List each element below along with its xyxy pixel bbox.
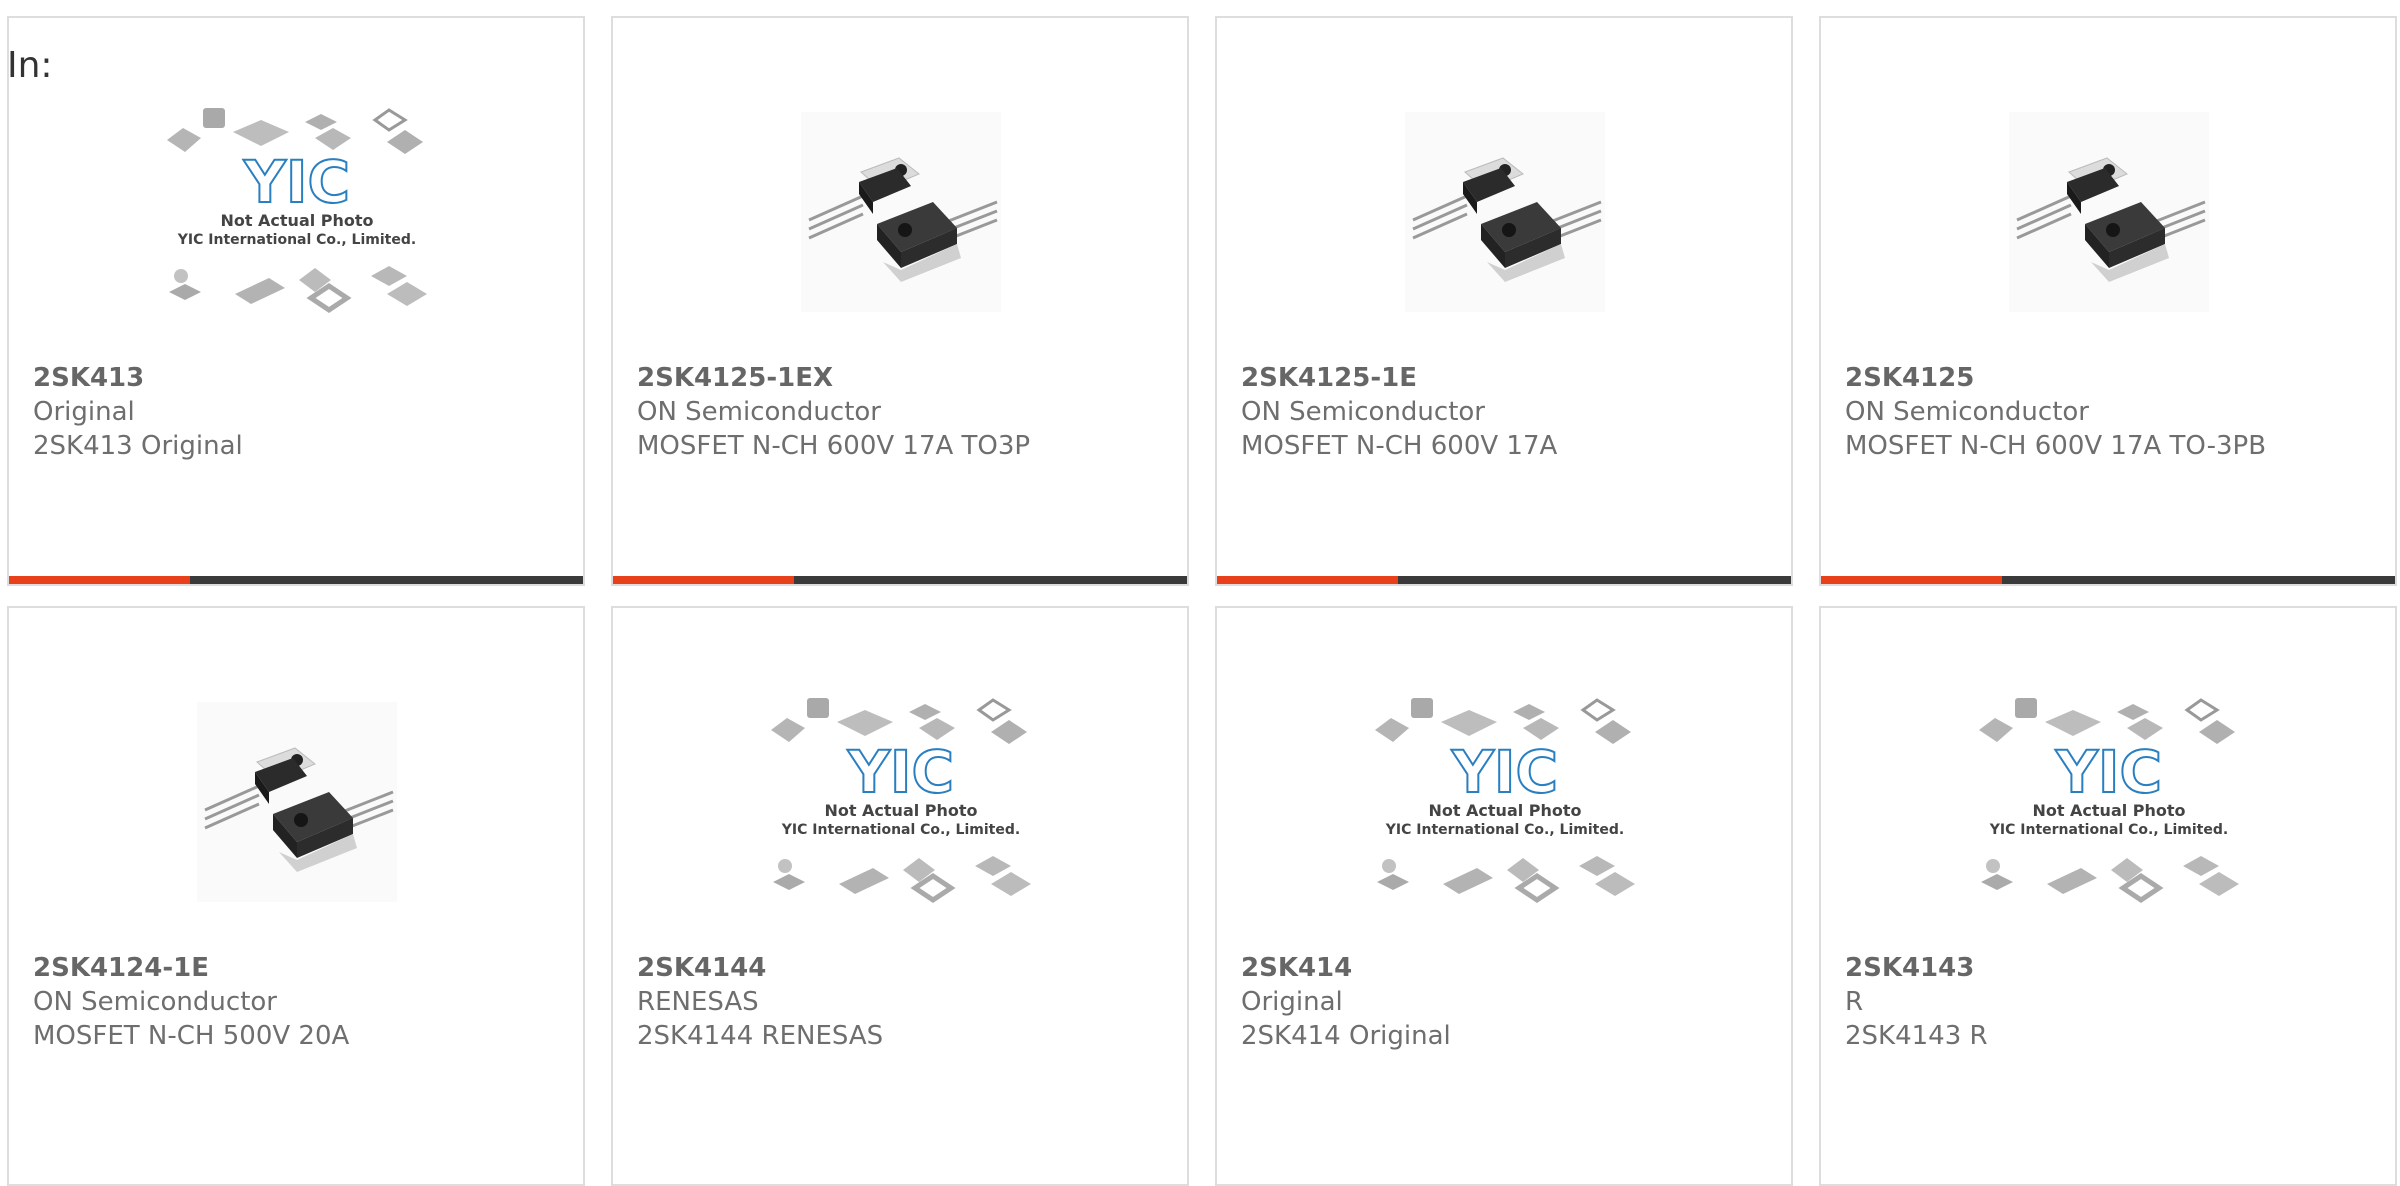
manufacturer: ON Semiconductor — [1845, 397, 2089, 427]
product-card[interactable]: YIC Not Actual Photo YIC International Co.… — [611, 606, 1189, 1186]
description: 2SK4143 R — [1845, 1021, 1988, 1051]
description: MOSFET N-CH 600V 17A TO-3PB — [1845, 431, 2267, 461]
placeholder-chips-icon: YICNot Actual Photo YIC International Co.… — [1979, 698, 2239, 904]
part-number-link[interactable]: 2SK4143 — [1845, 951, 2375, 985]
description: MOSFET N-CH 600V 17A — [1241, 431, 1558, 461]
to3p-package-icon — [1405, 112, 1605, 312]
part-number-link[interactable]: 2SK4144 — [637, 951, 1167, 985]
card-accent-bar — [1821, 576, 2002, 584]
part-number-link[interactable]: 2SK414 — [1241, 951, 1771, 985]
description: 2SK4144 RENESAS — [637, 1021, 884, 1051]
description: 2SK413 Original — [33, 431, 243, 461]
placeholder-caption: YIC International Co., Limited. — [781, 822, 1020, 838]
placeholder-caption: Not Actual Photo — [2032, 801, 2185, 820]
svg-text:YIC: YIC — [2055, 738, 2162, 806]
part-number-link[interactable]: 2SK413 — [33, 361, 563, 395]
product-thumbnail[interactable] — [1977, 80, 2241, 344]
product-card[interactable]: 2SK4125-1E ON Semiconductor MOSFET N-CH … — [1215, 16, 1793, 586]
to3p-package-icon — [197, 702, 397, 902]
card-accent-bar — [9, 576, 190, 584]
product-thumbnail[interactable]: YIC Not Actual Photo YIC International Co.… — [1977, 670, 2241, 934]
card-accent-bar — [613, 576, 794, 584]
to3p-package-icon — [2009, 112, 2209, 312]
svg-text:YIC: YIC — [847, 738, 954, 806]
description: MOSFET N-CH 500V 20A — [33, 1021, 350, 1051]
placeholder-caption: Not Actual Photo — [824, 801, 977, 820]
product-card[interactable]: 2SK4125 ON Semiconductor MOSFET N-CH 600… — [1819, 16, 2397, 586]
product-card[interactable]: YIC Not Actual Photo YIC International Co.… — [7, 16, 585, 586]
part-number-link[interactable]: 2SK4125-1E — [1241, 361, 1771, 395]
to3p-package-icon — [801, 112, 1001, 312]
placeholder-caption: YIC International Co., Limited. — [1989, 822, 2228, 838]
card-bottom-bar — [1821, 576, 2395, 584]
placeholder-chips-icon: YICNot Actual Photo YIC International Co.… — [771, 698, 1031, 904]
product-thumbnail[interactable]: YIC Not Actual Photo YIC International Co.… — [769, 670, 1033, 934]
placeholder-caption: YIC International Co., Limited. — [177, 232, 416, 248]
card-bottom-bar — [9, 576, 583, 584]
part-number-link[interactable]: 2SK4125-1EX — [637, 361, 1167, 395]
part-number-link[interactable]: 2SK4125 — [1845, 361, 2375, 395]
manufacturer: RENESAS — [637, 987, 759, 1017]
placeholder-chips-icon: YICNot Actual Photo YIC International Co.… — [167, 108, 427, 314]
manufacturer: R — [1845, 987, 1864, 1017]
product-thumbnail[interactable] — [1373, 80, 1637, 344]
manufacturer: ON Semiconductor — [33, 987, 277, 1017]
product-thumbnail[interactable] — [165, 670, 429, 934]
manufacturer: ON Semiconductor — [637, 397, 881, 427]
description: MOSFET N-CH 600V 17A TO3P — [637, 431, 1031, 461]
part-number-link[interactable]: 2SK4124-1E — [33, 951, 563, 985]
product-card[interactable]: YIC Not Actual Photo YIC International Co.… — [1215, 606, 1793, 1186]
manufacturer: ON Semiconductor — [1241, 397, 1485, 427]
svg-text:YIC: YIC — [243, 148, 350, 216]
product-thumbnail[interactable]: YIC Not Actual Photo YIC International Co.… — [165, 80, 429, 344]
placeholder-caption: YIC International Co., Limited. — [1385, 822, 1624, 838]
description: 2SK414 Original — [1241, 1021, 1451, 1051]
filter-label: In: — [7, 45, 53, 86]
product-card[interactable]: YIC Not Actual Photo YIC International Co.… — [1819, 606, 2397, 1186]
placeholder-caption: Not Actual Photo — [1428, 801, 1581, 820]
manufacturer: Original — [1241, 987, 1343, 1017]
placeholder-chips-icon: YICNot Actual Photo YIC International Co.… — [1375, 698, 1635, 904]
manufacturer: Original — [33, 397, 135, 427]
product-card[interactable]: 2SK4125-1EX ON Semiconductor MOSFET N-CH… — [611, 16, 1189, 586]
product-thumbnail[interactable] — [769, 80, 1033, 344]
product-card[interactable]: 2SK4124-1E ON Semiconductor MOSFET N-CH … — [7, 606, 585, 1186]
card-bottom-bar — [613, 576, 1187, 584]
card-bottom-bar — [1217, 576, 1791, 584]
product-thumbnail[interactable]: YIC Not Actual Photo YIC International Co.… — [1373, 670, 1637, 934]
placeholder-caption: Not Actual Photo — [220, 211, 373, 230]
card-accent-bar — [1217, 576, 1398, 584]
svg-text:YIC: YIC — [1451, 738, 1558, 806]
